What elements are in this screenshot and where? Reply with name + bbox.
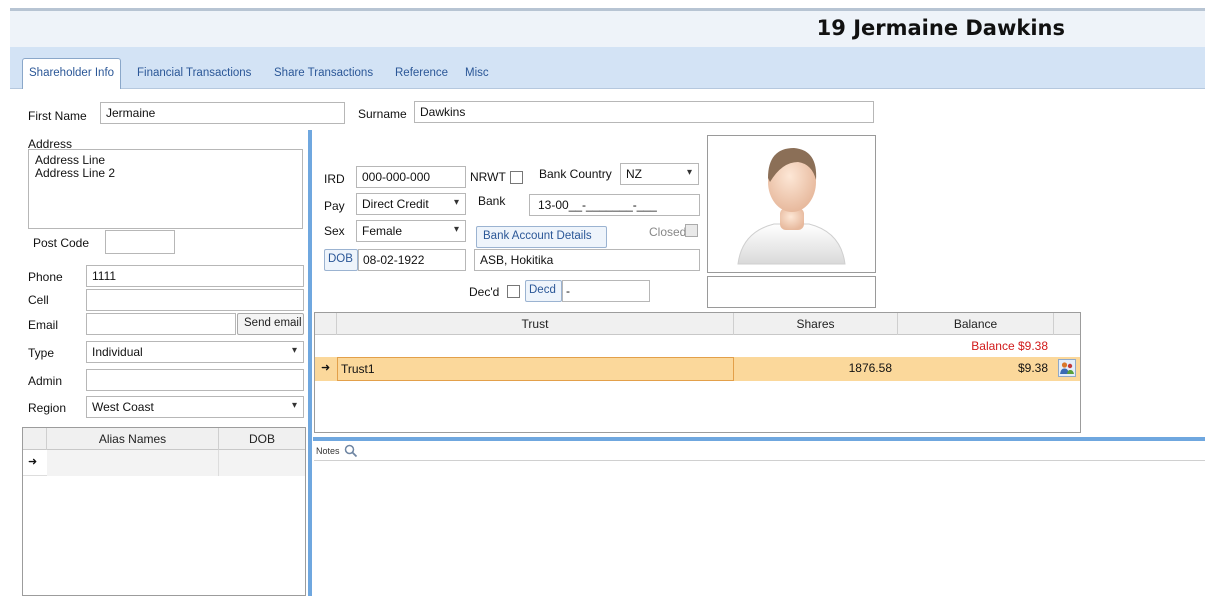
region-label: Region bbox=[28, 401, 67, 415]
tab-reference[interactable]: Reference bbox=[389, 61, 454, 88]
admin-field[interactable] bbox=[86, 369, 304, 391]
first-name-label: First Name bbox=[28, 109, 87, 123]
bank-country-value: NZ bbox=[626, 167, 642, 181]
page-title: 19 Jermaine Dawkins bbox=[816, 16, 1065, 40]
notes-label: Notes bbox=[316, 446, 340, 456]
dob-button[interactable]: DOB bbox=[324, 249, 358, 271]
trust-summary-row: Balance $9.38 bbox=[315, 335, 1080, 357]
region-select[interactable]: West Coast bbox=[86, 396, 304, 418]
decd-checkbox[interactable] bbox=[507, 285, 520, 298]
alias-name-cell[interactable] bbox=[47, 450, 219, 476]
alias-row-indicator-header bbox=[23, 428, 47, 450]
surname-field[interactable]: Dawkins bbox=[414, 101, 874, 123]
row-pointer-icon: ➜ bbox=[321, 362, 331, 374]
trust-balance-cell[interactable]: $9.38 bbox=[898, 357, 1054, 381]
pay-label: Pay bbox=[324, 199, 345, 213]
send-email-button[interactable]: Send email bbox=[237, 313, 304, 335]
alias-dob-column-header[interactable]: DOB bbox=[219, 428, 305, 450]
ird-label: IRD bbox=[324, 172, 345, 186]
alias-grid-header: Alias Names DOB bbox=[23, 428, 305, 450]
decd-button[interactable]: Decd bbox=[525, 280, 562, 302]
row-pointer-icon: ➜ bbox=[28, 456, 38, 468]
shares-column-header[interactable]: Shares bbox=[734, 313, 898, 335]
magnifier-icon[interactable] bbox=[344, 444, 358, 461]
admin-label: Admin bbox=[28, 374, 63, 388]
cell-field[interactable] bbox=[86, 289, 304, 311]
tab-misc[interactable]: Misc bbox=[459, 61, 495, 88]
balance-column-header[interactable]: Balance bbox=[898, 313, 1054, 335]
tab-shareholder-info[interactable]: Shareholder Info bbox=[22, 58, 122, 89]
trust-row-indicator-header bbox=[315, 313, 337, 335]
address-field[interactable]: Address Line Address Line 2 bbox=[28, 149, 303, 229]
email-field[interactable] bbox=[86, 313, 236, 335]
first-name-field[interactable]: Jermaine bbox=[100, 102, 345, 124]
alias-dob-cell[interactable] bbox=[219, 450, 305, 476]
type-label: Type bbox=[28, 346, 55, 360]
email-label: Email bbox=[28, 318, 59, 332]
closed-checkbox[interactable] bbox=[685, 224, 698, 237]
tab-share-transactions[interactable]: Share Transactions bbox=[268, 61, 379, 88]
balance-total: Balance $9.38 bbox=[971, 339, 1048, 353]
alias-new-row[interactable]: ➜ bbox=[23, 450, 305, 476]
alias-names-column-header[interactable]: Alias Names bbox=[47, 428, 219, 450]
bank-account-details-button[interactable]: Bank Account Details bbox=[476, 226, 607, 248]
dob-field[interactable]: 08-02-1922 bbox=[358, 249, 466, 271]
horizontal-splitter[interactable] bbox=[313, 437, 1205, 441]
ird-field[interactable]: 000-000-000 bbox=[356, 166, 466, 188]
cell-label: Cell bbox=[28, 293, 49, 307]
notes-area[interactable] bbox=[314, 460, 1205, 596]
sex-label: Sex bbox=[324, 224, 345, 238]
pay-select[interactable]: Direct Credit bbox=[356, 193, 466, 215]
closed-label: Closed bbox=[649, 225, 687, 239]
nrwt-checkbox[interactable] bbox=[510, 171, 523, 184]
bank-branch-field[interactable]: ASB, Hokitika bbox=[474, 249, 700, 271]
nrwt-label: NRWT bbox=[470, 170, 506, 184]
phone-label: Phone bbox=[28, 270, 63, 284]
trust-shares-cell[interactable]: 1876.58 bbox=[734, 357, 898, 381]
bank-country-label: Bank Country bbox=[539, 167, 612, 181]
trust-grid[interactable]: Trust Shares Balance Balance $9.38 ➜ Tru… bbox=[314, 312, 1081, 433]
phone-field[interactable]: 1111 bbox=[86, 265, 304, 287]
region-value: West Coast bbox=[92, 400, 154, 414]
bank-country-select[interactable]: NZ bbox=[620, 163, 699, 185]
bank-account-field[interactable]: 13-00__-_______-___ bbox=[529, 194, 700, 216]
pay-value: Direct Credit bbox=[362, 197, 429, 211]
shareholder-photo[interactable] bbox=[707, 135, 876, 273]
surname-label: Surname bbox=[358, 107, 407, 121]
avatar-icon bbox=[737, 148, 846, 265]
sex-select[interactable]: Female bbox=[356, 220, 466, 242]
address-line-2: Address Line 2 bbox=[35, 166, 116, 180]
vertical-splitter[interactable] bbox=[308, 130, 312, 596]
type-value: Individual bbox=[92, 345, 143, 359]
trust-grid-header: Trust Shares Balance bbox=[315, 313, 1080, 335]
trust-details-icon[interactable] bbox=[1058, 359, 1076, 377]
sex-value: Female bbox=[362, 224, 403, 238]
post-code-label: Post Code bbox=[33, 236, 90, 250]
post-code-field[interactable] bbox=[105, 230, 175, 254]
decd-label: Dec'd bbox=[469, 285, 500, 299]
type-select[interactable]: Individual bbox=[86, 341, 304, 363]
bank-label: Bank bbox=[478, 194, 506, 208]
trust-row[interactable]: ➜ Trust1 1876.58 $9.38 bbox=[315, 357, 1080, 381]
decd-date-field[interactable]: - bbox=[562, 280, 650, 302]
tab-financial-transactions[interactable]: Financial Transactions bbox=[131, 61, 257, 88]
trust-name-cell[interactable]: Trust1 bbox=[337, 357, 734, 381]
alias-names-grid[interactable]: Alias Names DOB ➜ bbox=[22, 427, 306, 596]
trust-column-header[interactable]: Trust bbox=[337, 313, 734, 335]
photo-caption-field[interactable] bbox=[707, 276, 876, 308]
